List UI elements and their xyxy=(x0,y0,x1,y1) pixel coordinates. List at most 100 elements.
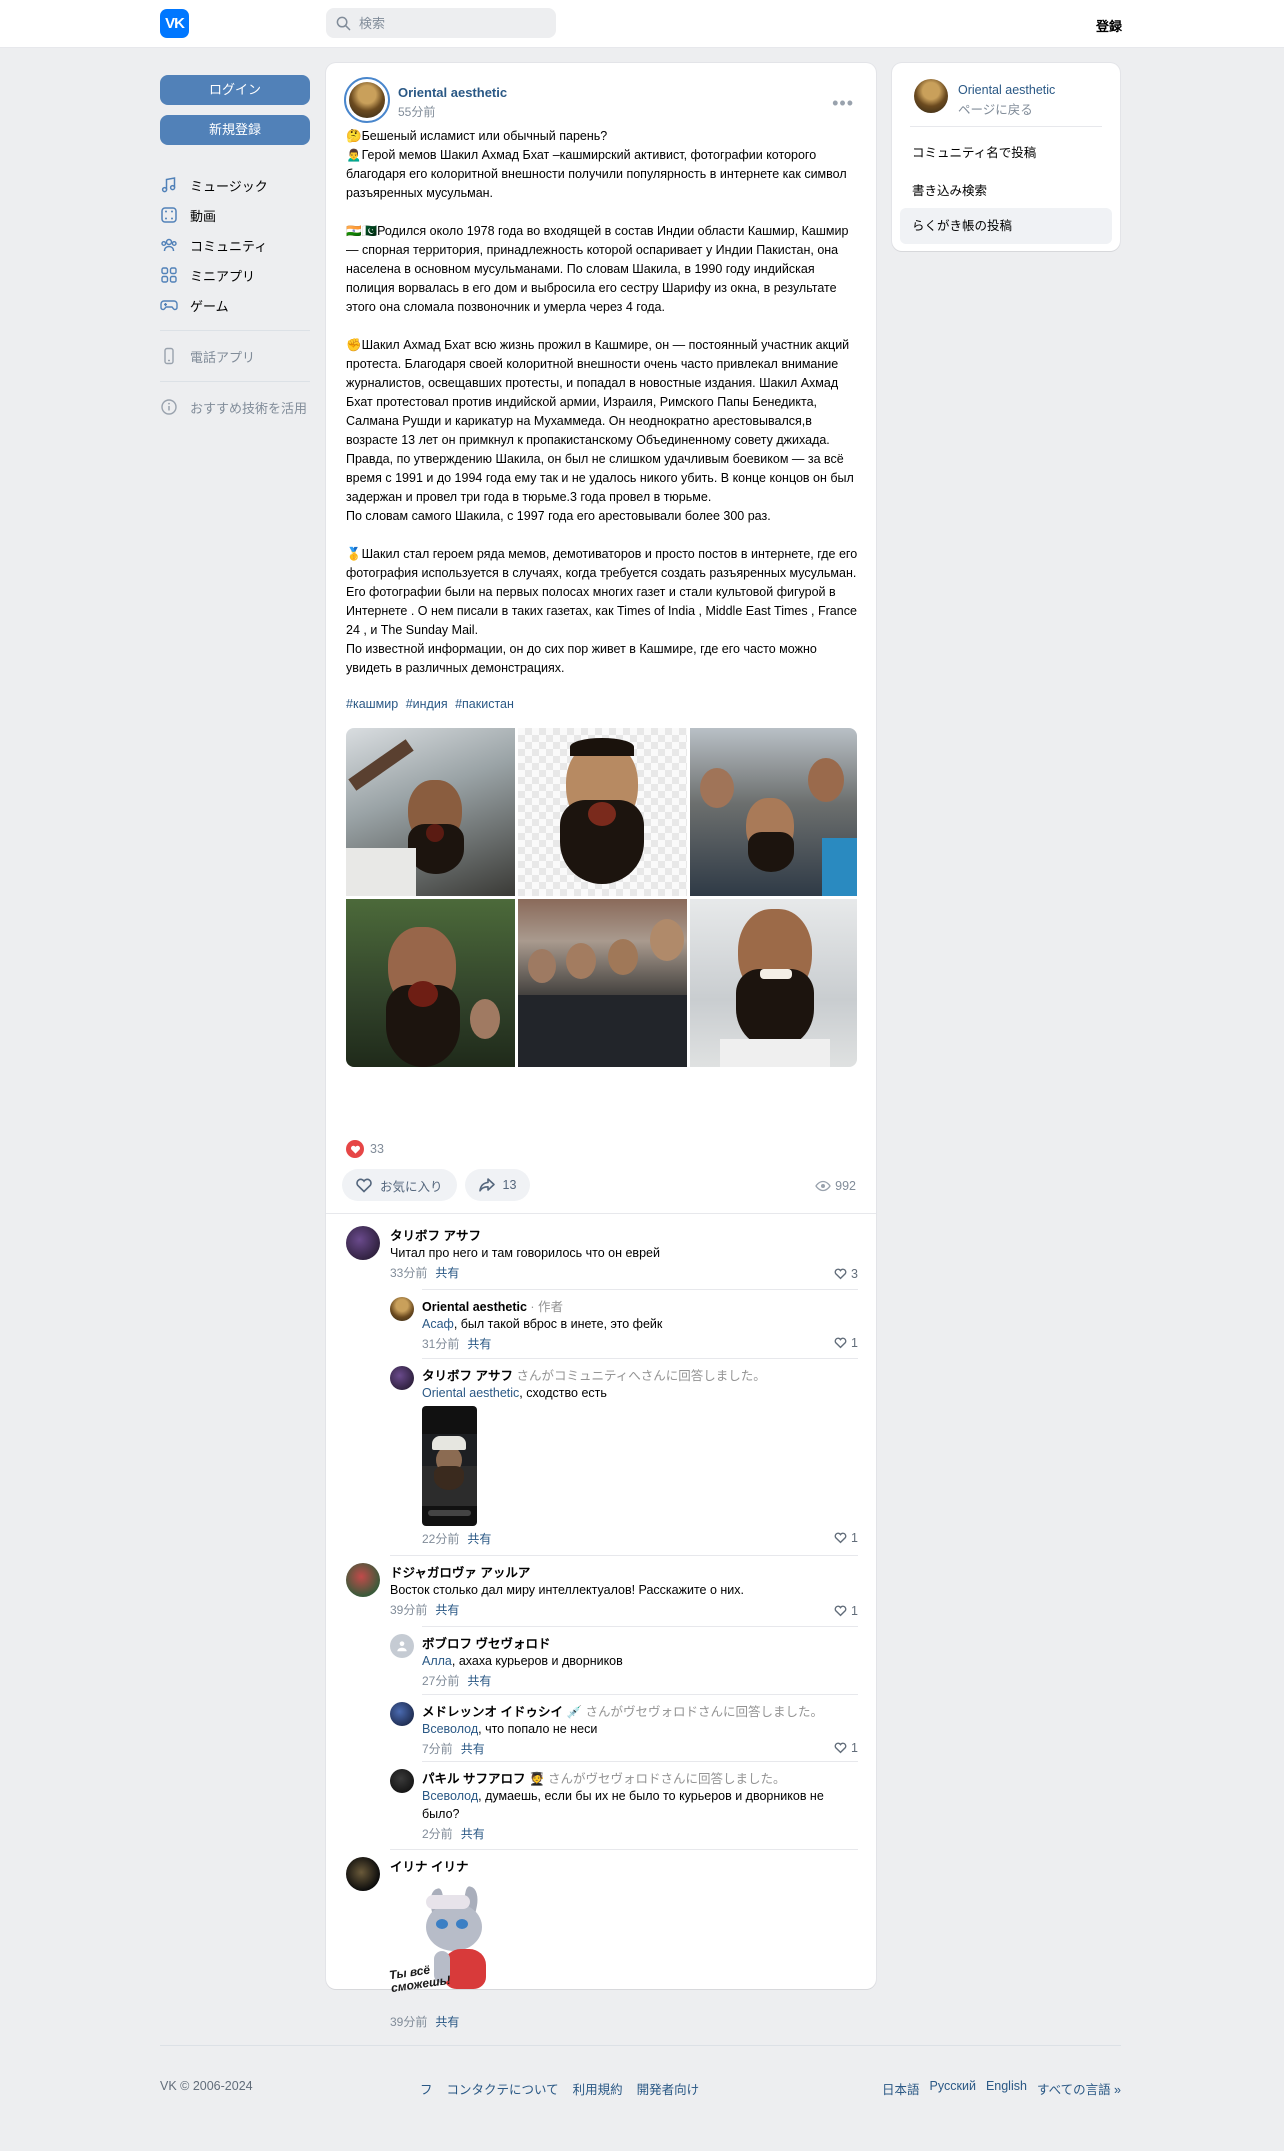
comment-share-link[interactable]: 共有 xyxy=(435,1266,459,1280)
avatar[interactable] xyxy=(346,1226,380,1260)
author-avatar[interactable] xyxy=(344,77,390,123)
footer-link-terms[interactable]: 利用規約 xyxy=(573,2079,623,2098)
comment-share-link[interactable]: 共有 xyxy=(467,1337,491,1351)
search-posts-link[interactable]: 書き込み検索 xyxy=(900,173,1112,209)
comment-time[interactable]: 7分前 xyxy=(422,1742,453,1756)
gallery-photo[interactable] xyxy=(518,899,687,1067)
footer: VK © 2006-2024 フ コンタクテについて 利用規約 開発者向け 日本… xyxy=(160,2045,1121,2105)
search-input[interactable] xyxy=(359,15,549,31)
gamepad-icon xyxy=(160,300,178,311)
comment-like-button[interactable]: 1 xyxy=(833,1335,858,1350)
comment-author[interactable]: ボブロフ ヴセヴォロド xyxy=(422,1636,858,1652)
comment-author[interactable]: Oriental aesthetic xyxy=(422,1300,527,1314)
sticker[interactable]: Ты всё сможешь! xyxy=(388,1881,518,2009)
comment-divider xyxy=(390,1555,858,1556)
share-button[interactable]: 13 xyxy=(464,1169,531,1201)
mention-link[interactable]: Oriental aesthetic xyxy=(422,1386,519,1400)
gallery-photo[interactable] xyxy=(690,728,857,896)
hashtag-link[interactable]: #кашмир xyxy=(346,697,398,711)
language-link[interactable]: English xyxy=(986,2079,1027,2098)
comment-attachment-image[interactable] xyxy=(422,1406,477,1526)
mention-link[interactable]: Алла xyxy=(422,1654,452,1668)
signup-button[interactable]: 新規登録 xyxy=(160,115,310,145)
mention-link[interactable]: Всеволод xyxy=(422,1789,478,1803)
comment-share-link[interactable]: 共有 xyxy=(461,1742,485,1756)
gallery-photo[interactable] xyxy=(346,899,515,1067)
comment-time[interactable]: 31分前 xyxy=(422,1337,459,1351)
comment-like-button[interactable]: 3 xyxy=(833,1266,858,1281)
hashtag-link[interactable]: #пакистан xyxy=(455,697,514,711)
comment-like-button[interactable]: 1 xyxy=(833,1740,858,1755)
avatar[interactable] xyxy=(390,1702,414,1726)
mention-link[interactable]: Всеволод xyxy=(422,1722,478,1736)
comment-share-link[interactable]: 共有 xyxy=(461,1827,485,1841)
nav-item-recommended-tech[interactable]: おすすめ技術を活用 xyxy=(160,392,318,422)
hashtag-link[interactable]: #индия xyxy=(406,697,448,711)
favorite-button[interactable]: お気に入り xyxy=(342,1169,457,1201)
post-actions: お気に入り 13 xyxy=(342,1169,538,1201)
language-link[interactable]: Русский xyxy=(930,2079,976,2098)
comment-time[interactable]: 33分前 xyxy=(390,1266,427,1280)
footer-link-developers[interactable]: 開発者向け xyxy=(637,2079,700,2098)
comment-time[interactable]: 27分前 xyxy=(422,1674,459,1688)
post-text: 🤔Бешеный исламист или обычный парень? 🙍‍… xyxy=(346,129,858,675)
footer-link-about[interactable]: コンタクテについて xyxy=(447,2079,559,2098)
post-time[interactable]: 55分前 xyxy=(398,103,435,120)
nav-item-label: コミュニティ xyxy=(190,238,268,254)
mention-link[interactable]: Асаф xyxy=(422,1317,454,1331)
all-languages-link[interactable]: すべての言語 » xyxy=(1037,2079,1121,2098)
likes-summary[interactable]: 33 xyxy=(346,1140,384,1158)
nav-item-phone-app[interactable]: 電話アプリ xyxy=(160,341,318,371)
top-bar: VK 登録 xyxy=(0,0,1284,48)
comment-like-button[interactable]: 1 xyxy=(833,1603,858,1618)
comment-time[interactable]: 2分前 xyxy=(422,1827,453,1841)
comment-time[interactable]: 39分前 xyxy=(390,1603,427,1617)
avatar[interactable] xyxy=(390,1366,414,1390)
search-box[interactable] xyxy=(326,8,556,38)
language-link[interactable]: 日本語 xyxy=(882,2079,920,2098)
comment-author[interactable]: パキル サフアロフ xyxy=(422,1772,525,1786)
more-options-icon[interactable]: ••• xyxy=(832,93,854,114)
gallery-photo[interactable] xyxy=(346,728,515,896)
comment-author[interactable]: イリナ イリナ xyxy=(390,1859,858,1875)
avatar[interactable] xyxy=(346,1857,380,1891)
gallery-photo[interactable] xyxy=(690,899,857,1067)
avatar[interactable] xyxy=(346,1563,380,1597)
reply-context: さんがコミュニティへさんに回答しました。 xyxy=(512,1369,766,1383)
comment-share-link[interactable]: 共有 xyxy=(435,2015,459,2029)
comment-share-link[interactable]: 共有 xyxy=(467,1532,491,1546)
post-author[interactable]: Oriental aesthetic xyxy=(398,85,507,100)
community-name[interactable]: Oriental aesthetic xyxy=(958,83,1055,97)
comment-like-button[interactable]: 1 xyxy=(833,1530,858,1545)
comment-time[interactable]: 22分前 xyxy=(422,1532,459,1546)
avatar[interactable] xyxy=(390,1634,414,1658)
wall-post-link[interactable]: らくがき帳の投稿 xyxy=(900,208,1112,244)
comment-author[interactable]: タリボフ アサフ xyxy=(422,1369,513,1383)
footer-link[interactable]: フ xyxy=(420,2079,433,2098)
favorite-label: お気に入り xyxy=(380,1179,443,1194)
hashtags: #кашмир #индия #пакистан xyxy=(346,697,518,711)
vk-logo[interactable]: VK xyxy=(160,9,189,38)
comment-share-link[interactable]: 共有 xyxy=(467,1674,491,1688)
comment-time[interactable]: 39分前 xyxy=(390,2015,427,2029)
comment-author[interactable]: メドレッンオ イドゥシイ xyxy=(422,1705,563,1719)
login-button[interactable]: ログイン xyxy=(160,75,310,105)
register-link[interactable]: 登録 xyxy=(1096,16,1122,35)
nav-item-video[interactable]: 動画 xyxy=(160,200,318,230)
nav-item-mini-apps[interactable]: ミニアプリ xyxy=(160,260,318,290)
comment-author[interactable]: ドジャガロヴァ アッルア xyxy=(390,1565,858,1581)
avatar[interactable] xyxy=(390,1769,414,1793)
gallery-photo[interactable] xyxy=(518,728,687,896)
nav-item-music[interactable]: ミュージック xyxy=(160,170,318,200)
nav-item-community[interactable]: コミュニティ xyxy=(160,230,318,260)
comment-author[interactable]: タリボフ アサフ xyxy=(390,1228,858,1244)
avatar[interactable] xyxy=(390,1297,414,1321)
heart-outline-icon xyxy=(834,1742,847,1754)
back-to-page-link[interactable]: ページに戻る xyxy=(958,99,1033,118)
community-avatar[interactable] xyxy=(914,79,948,113)
comment-share-link[interactable]: 共有 xyxy=(435,1603,459,1617)
nav-item-games[interactable]: ゲーム xyxy=(160,290,318,320)
eye-icon xyxy=(815,1180,831,1192)
community-posts-link[interactable]: コミュニティ名で投稿 xyxy=(900,135,1112,171)
views-counter: 992 xyxy=(815,1178,856,1194)
